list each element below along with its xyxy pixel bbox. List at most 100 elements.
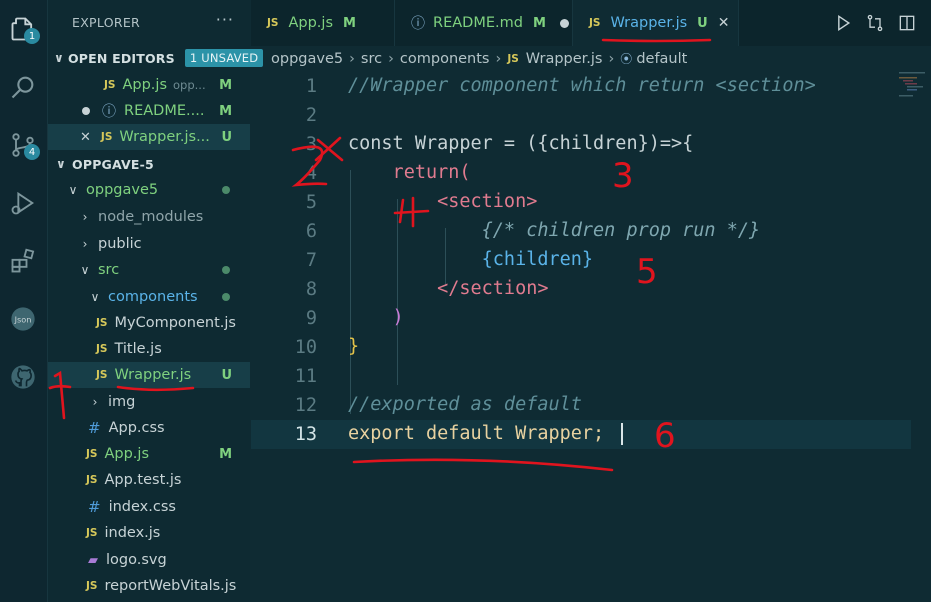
breadcrumb: oppgave5 › src › components › JS Wrapper… bbox=[271, 50, 687, 67]
tree-file[interactable]: # index.css bbox=[48, 494, 250, 520]
code-editor[interactable]: 1//Wrapper component which return <secti… bbox=[251, 72, 931, 602]
code-line: 5 <section> bbox=[305, 191, 538, 213]
untracked-status: U bbox=[221, 129, 232, 145]
js-file-icon: JS bbox=[96, 317, 108, 329]
tab-app-js[interactable]: JS App.js M bbox=[251, 0, 395, 46]
editor-actions bbox=[833, 13, 917, 33]
js-file-icon: JS bbox=[86, 448, 98, 460]
activity-bar: 1 4 Json bbox=[0, 0, 48, 602]
tree-folder[interactable]: ∨ oppgave5 bbox=[48, 177, 250, 203]
breadcrumb-item[interactable]: Wrapper.js bbox=[526, 51, 603, 67]
chevron-right-icon: › bbox=[349, 50, 355, 67]
chevron-down-icon: ∨ bbox=[68, 183, 78, 197]
chevron-right-icon: › bbox=[495, 50, 502, 67]
code-text: const Wrapper = ({children})=>{ bbox=[348, 133, 694, 154]
tree-file[interactable]: JS reportWebVitals.js bbox=[48, 573, 250, 599]
tree-file[interactable]: JS Title.js bbox=[48, 336, 250, 362]
tree-file[interactable]: JS Wrapper.js U bbox=[48, 362, 250, 388]
tab-wrapper-js[interactable]: JS Wrapper.js U ✕ bbox=[573, 0, 739, 46]
open-editor-item[interactable]: ✕ JS Wrapper.js... U bbox=[48, 124, 250, 150]
breadcrumb-item[interactable]: oppgave5 bbox=[271, 51, 343, 67]
js-file-icon: JS bbox=[100, 131, 113, 143]
chevron-right-icon: › bbox=[82, 237, 88, 251]
tree-file[interactable]: # App.css bbox=[48, 415, 250, 441]
code-line: 3 const Wrapper = ({children})=>{ bbox=[305, 133, 694, 155]
chevron-down-icon: ∨ bbox=[80, 263, 90, 277]
code-line: 10} bbox=[294, 336, 360, 358]
js-file-icon: JS bbox=[96, 369, 108, 381]
code-line: 12//exported as default bbox=[294, 394, 582, 416]
changes-dot bbox=[222, 293, 230, 301]
js-file-icon: JS bbox=[96, 343, 108, 355]
info-icon: ⓘ bbox=[411, 16, 425, 32]
js-file-icon: JS bbox=[507, 52, 519, 65]
code-line: 7 {children} bbox=[305, 249, 594, 271]
open-editor-item[interactable]: ⓘ README.... M bbox=[48, 98, 250, 124]
tree-file[interactable]: JS App.js M bbox=[48, 441, 250, 467]
tree-folder[interactable]: ∨ components bbox=[48, 284, 250, 310]
js-file-icon: JS bbox=[589, 17, 601, 29]
tree-folder[interactable]: › node_modules bbox=[48, 204, 250, 230]
chevron-right-icon: › bbox=[608, 50, 615, 67]
untracked-status: U bbox=[221, 367, 232, 383]
breadcrumb-item[interactable]: components bbox=[400, 51, 490, 67]
tree-file[interactable]: ▰ logo.svg bbox=[48, 547, 250, 573]
editor-tabs: JS App.js M ⓘ README.md M JS Wrapper.js … bbox=[251, 0, 931, 46]
explorer-icon[interactable]: 1 bbox=[4, 10, 42, 48]
info-icon: ⓘ bbox=[102, 104, 116, 120]
compare-changes-icon[interactable] bbox=[865, 13, 885, 33]
close-icon[interactable]: ✕ bbox=[718, 15, 730, 31]
unsaved-dot-icon[interactable] bbox=[559, 18, 569, 28]
explorer-sidebar: EXPLORER ··· ∨ OPEN EDITORS 1 UNSAVED JS… bbox=[48, 0, 264, 602]
github-icon[interactable] bbox=[4, 358, 42, 396]
symbol-icon: ⦿ bbox=[620, 52, 633, 66]
source-control-icon[interactable]: 4 bbox=[4, 126, 42, 164]
chevron-down-icon: ∨ bbox=[56, 157, 66, 171]
tree-file[interactable]: JS App.test.js bbox=[48, 467, 250, 493]
tree-file[interactable]: JS MyComponent.js bbox=[48, 310, 250, 336]
text-cursor bbox=[621, 423, 623, 445]
css-file-icon: # bbox=[88, 419, 101, 437]
modified-status: M bbox=[219, 77, 232, 93]
css-file-icon: # bbox=[88, 498, 101, 516]
code-line: 1//Wrapper component which return <secti… bbox=[305, 75, 816, 97]
changes-dot bbox=[222, 266, 230, 274]
svg-text:Json: Json bbox=[14, 315, 32, 325]
close-icon[interactable]: ✕ bbox=[80, 130, 91, 145]
run-icon[interactable] bbox=[833, 13, 853, 33]
tree-file[interactable]: JS index.js bbox=[48, 520, 250, 546]
project-header[interactable]: ∨ OPPGAVE-5 bbox=[48, 151, 250, 177]
code-line: 11 bbox=[294, 366, 317, 387]
search-icon[interactable] bbox=[4, 68, 42, 106]
code-line-current: 13 export default Wrapper; bbox=[251, 420, 911, 449]
tree-folder[interactable]: ∨ src bbox=[48, 257, 250, 283]
code-line: 4 return( bbox=[305, 162, 471, 184]
chevron-right-icon: › bbox=[82, 210, 88, 224]
breadcrumb-item[interactable]: default bbox=[636, 51, 687, 67]
changes-dot bbox=[222, 186, 230, 194]
chevron-down-icon: ∨ bbox=[54, 51, 64, 65]
split-editor-icon[interactable] bbox=[897, 13, 917, 33]
breadcrumb-item[interactable]: src bbox=[361, 51, 382, 67]
run-debug-icon[interactable] bbox=[4, 184, 42, 222]
js-file-icon: JS bbox=[86, 474, 98, 486]
open-editors-header[interactable]: ∨ OPEN EDITORS 1 UNSAVED bbox=[48, 45, 264, 71]
code-line: 9 ) bbox=[305, 307, 404, 329]
scm-badge: 4 bbox=[24, 144, 40, 160]
code-line: 8 </section> bbox=[305, 278, 549, 300]
js-file-icon: JS bbox=[86, 527, 98, 539]
more-actions-icon[interactable]: ··· bbox=[216, 10, 234, 29]
json-icon[interactable]: Json bbox=[4, 300, 42, 338]
open-editor-item[interactable]: JS App.js opp... M bbox=[48, 72, 250, 98]
minimap[interactable] bbox=[899, 70, 927, 100]
modified-status: M bbox=[219, 103, 232, 119]
unsaved-dot-icon[interactable] bbox=[82, 107, 90, 115]
chevron-right-icon: › bbox=[92, 395, 98, 409]
modified-status: M bbox=[219, 446, 232, 462]
tree-folder[interactable]: › public bbox=[48, 231, 250, 257]
tree-folder[interactable]: › img bbox=[48, 389, 250, 415]
js-file-icon: JS bbox=[104, 79, 116, 91]
extensions-icon[interactable] bbox=[4, 242, 42, 280]
explorer-title: EXPLORER bbox=[72, 15, 141, 30]
tab-readme[interactable]: ⓘ README.md M bbox=[395, 0, 573, 46]
